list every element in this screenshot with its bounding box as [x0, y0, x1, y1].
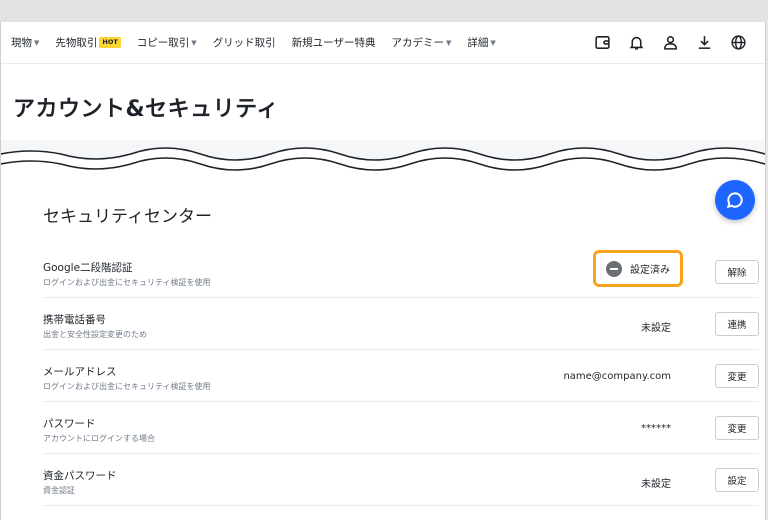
nav-item-label: 詳細 [467, 37, 489, 49]
nav-item-grid-trading[interactable]: グリッド取引 [213, 35, 276, 50]
user-icon[interactable] [653, 22, 687, 64]
nav-item-more[interactable]: 詳細 ▼ [467, 35, 495, 50]
security-row-phone: 携帯電話番号 出金と安全性設定変更のため 未設定 連携 [43, 298, 759, 350]
browser-top-strip [0, 0, 768, 22]
chevron-down-icon: ▼ [191, 38, 197, 47]
nav-item-academy[interactable]: アカデミー ▼ [391, 35, 451, 50]
set-fund-password-button[interactable]: 設定 [715, 468, 759, 492]
hot-badge: HOT [99, 37, 121, 48]
highlighted-status: 設定済み [593, 250, 683, 287]
row-title: メールアドレス [43, 366, 117, 378]
row-description: ログインおよび出金にセキュリティ検証を使用 [43, 382, 211, 391]
chat-support-button[interactable] [715, 180, 755, 220]
chat-icon [726, 192, 743, 209]
chevron-down-icon: ▼ [490, 38, 496, 47]
security-row-fund-password: 資金パスワード 資金認証 未設定 設定 [43, 454, 759, 506]
wallet-icon[interactable] [585, 22, 619, 64]
download-icon[interactable] [687, 22, 721, 64]
top-navigation: 現物 ▼ 先物取引 HOT コピー取引 ▼ グリッド取引 新規ユーザー特典 アカ… [1, 22, 765, 64]
row-status: name@company.com [563, 371, 671, 382]
unlink-button[interactable]: 解除 [715, 260, 759, 284]
link-phone-button[interactable]: 連携 [715, 312, 759, 336]
chevron-down-icon: ▼ [445, 38, 452, 47]
security-row-password: パスワード アカウントにログインする場合 ****** 変更 [43, 402, 759, 454]
nav-item-futures[interactable]: 先物取引 HOT [55, 35, 121, 50]
row-title: 資金パスワード [43, 470, 117, 482]
security-row-email: メールアドレス ログインおよび出金にセキュリティ検証を使用 name@compa… [43, 350, 759, 402]
row-description: アカウントにログインする場合 [43, 434, 155, 443]
nav-item-new-user-rewards[interactable]: 新規ユーザー特典 [292, 35, 376, 50]
section-title: セキュリティセンター [43, 207, 212, 227]
row-status: 未設定 [641, 323, 671, 334]
security-center-panel: セキュリティセンター Google二段階認証 ログインおよび出金にセキュリティ検… [1, 182, 765, 520]
bell-icon[interactable] [619, 22, 653, 64]
row-title: パスワード [43, 418, 96, 430]
security-row-google-2fa: Google二段階認証 ログインおよび出金にセキュリティ検証を使用 設定済み 解… [43, 246, 759, 298]
chevron-down-icon: ▼ [34, 38, 40, 47]
row-title: Google二段階認証 [43, 262, 133, 274]
nav-item-label: 先物取引 [55, 37, 98, 49]
security-settings-list: Google二段階認証 ログインおよび出金にセキュリティ検証を使用 設定済み 解… [43, 246, 759, 506]
row-title: 携帯電話番号 [43, 314, 106, 326]
status-enabled-icon [606, 260, 622, 277]
row-description: ログインおよび出金にセキュリティ検証を使用 [43, 278, 211, 287]
globe-icon[interactable] [721, 22, 755, 64]
nav-item-label: コピー取引 [136, 37, 190, 49]
nav-item-label: アカデミー [391, 37, 444, 49]
nav-item-label: 新規ユーザー特典 [291, 37, 376, 49]
nav-item-copy-trading[interactable]: コピー取引 ▼ [137, 35, 197, 50]
app-window: 現物 ▼ 先物取引 HOT コピー取引 ▼ グリッド取引 新規ユーザー特典 アカ… [0, 22, 766, 520]
row-status: 設定済み [630, 265, 670, 276]
nav-item-spot[interactable]: 現物 ▼ [11, 35, 39, 50]
page-header: アカウント&セキュリティ [1, 65, 765, 145]
row-status: ****** [641, 423, 671, 434]
change-password-button[interactable]: 変更 [715, 416, 759, 440]
nav-item-label: 現物 [11, 37, 32, 49]
nav-item-label: グリッド取引 [212, 37, 276, 49]
page-title: アカウント&セキュリティ [13, 97, 279, 122]
row-description: 出金と安全性設定変更のため [43, 330, 147, 339]
change-email-button[interactable]: 変更 [715, 364, 759, 388]
row-description: 資金認証 [43, 486, 75, 495]
row-status: 未設定 [641, 479, 671, 490]
